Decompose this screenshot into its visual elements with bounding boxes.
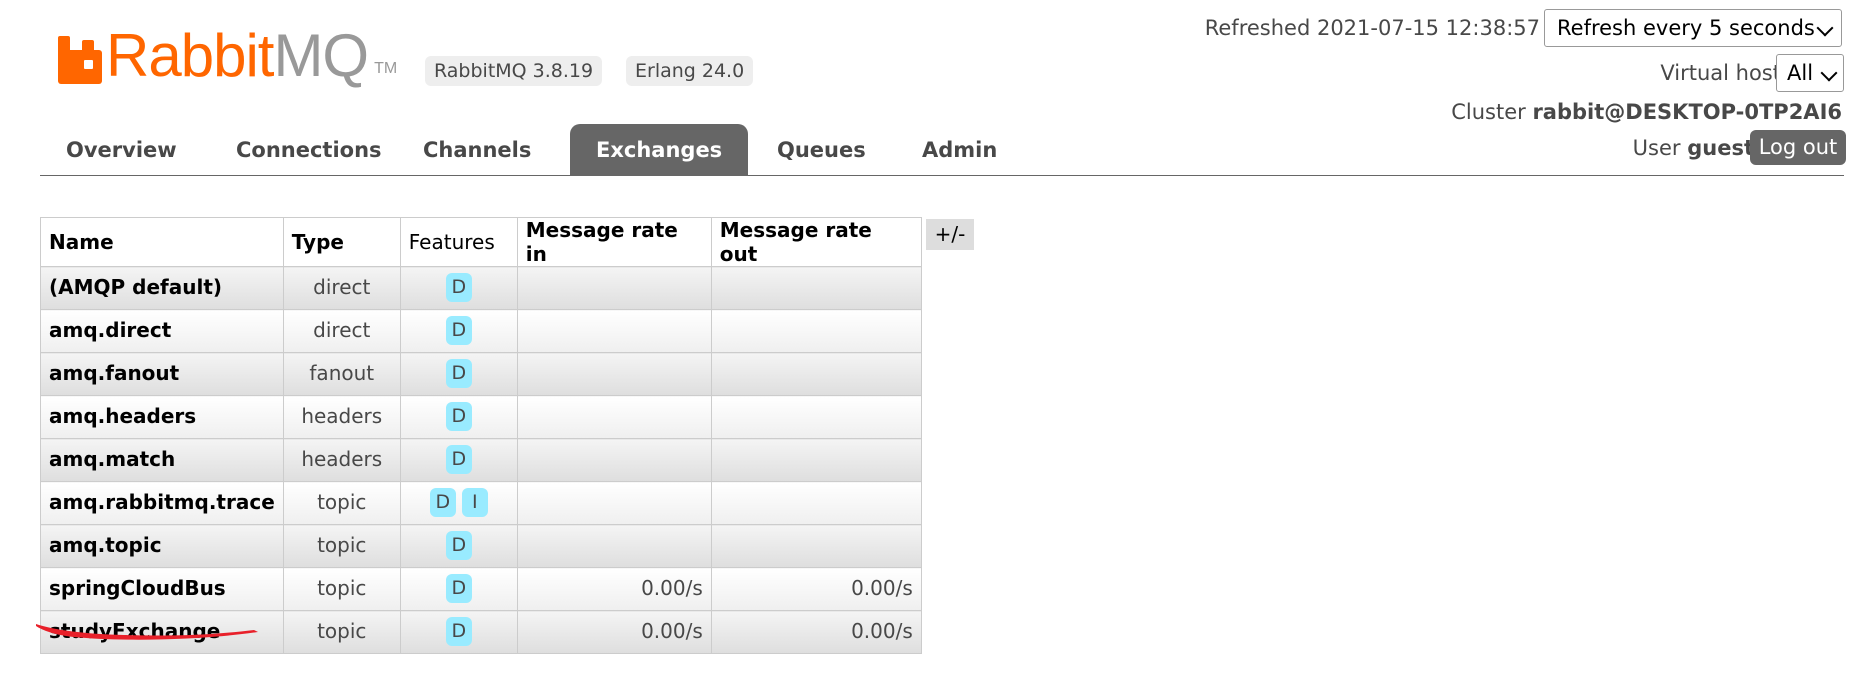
logo-text-mq: MQ <box>273 22 369 89</box>
table-row[interactable]: (AMQP default) direct D <box>40 266 922 310</box>
tab-queues[interactable]: Queues <box>751 124 892 176</box>
rabbitmq-version-badge: RabbitMQ 3.8.19 <box>425 56 603 86</box>
exchange-name-link[interactable]: amq.headers <box>40 395 284 439</box>
exchange-type: direct <box>282 266 401 310</box>
refreshed-timestamp: Refreshed 2021-07-15 12:38:57 <box>1204 16 1540 40</box>
virtual-host-value: All <box>1787 61 1814 85</box>
tab-channels[interactable]: Channels <box>397 124 557 176</box>
table-row[interactable]: amq.match headers D <box>40 438 922 482</box>
exchange-type: headers <box>282 395 401 439</box>
exchanges-table-container: Name Type Features Message rate in Messa… <box>40 217 922 654</box>
exchange-rate-out <box>710 524 922 568</box>
exchange-rate-in <box>516 524 712 568</box>
exchange-rate-in <box>516 438 712 482</box>
cluster-label: Cluster <box>1451 100 1526 124</box>
tab-exchanges[interactable]: Exchanges <box>570 124 749 176</box>
rabbit-logo-icon <box>58 36 102 84</box>
exchange-type: fanout <box>282 352 401 396</box>
exchange-type: topic <box>282 610 401 654</box>
column-header-features: Features <box>399 217 518 267</box>
column-header-type[interactable]: Type <box>282 217 401 267</box>
exchange-rate-in <box>516 395 712 439</box>
feature-durable-badge: D <box>445 617 472 646</box>
feature-durable-badge: D <box>445 273 472 302</box>
feature-durable-badge: D <box>445 359 472 388</box>
feature-durable-badge: D <box>445 316 472 345</box>
exchange-rate-out <box>710 266 922 310</box>
exchange-rate-in <box>516 266 712 310</box>
exchange-name-link[interactable]: amq.topic <box>40 524 284 568</box>
exchange-features: D <box>399 438 518 482</box>
exchange-type: direct <box>282 309 401 353</box>
exchange-name-link[interactable]: springCloudBus <box>40 567 284 611</box>
exchange-type: topic <box>282 567 401 611</box>
exchange-rate-in <box>516 481 712 525</box>
chevron-down-icon <box>1820 64 1838 82</box>
virtual-host-label: Virtual host <box>1660 61 1781 85</box>
exchanges-table: Name Type Features Message rate in Messa… <box>40 217 922 654</box>
exchange-features: D <box>399 567 518 611</box>
feature-internal-badge: I <box>461 488 488 517</box>
exchange-name-link[interactable]: amq.rabbitmq.trace <box>40 481 284 525</box>
table-row[interactable]: amq.fanout fanout D <box>40 352 922 396</box>
column-header-rate-in[interactable]: Message rate in <box>516 217 712 267</box>
logo-trademark: TM <box>374 60 398 77</box>
table-row[interactable]: springCloudBus topic D 0.00/s 0.00/s <box>40 567 922 611</box>
exchange-features: D <box>399 395 518 439</box>
exchange-rate-out <box>710 352 922 396</box>
exchange-type: topic <box>282 481 401 525</box>
exchange-features: D <box>399 524 518 568</box>
rabbitmq-logo: Rabbit MQ TM <box>58 22 398 89</box>
red-underline-annotation <box>36 624 258 640</box>
refresh-interval-select[interactable]: Refresh every 5 seconds <box>1544 9 1842 47</box>
exchange-name-link[interactable]: (AMQP default) <box>40 266 284 310</box>
exchange-type: headers <box>282 438 401 482</box>
table-row[interactable]: amq.rabbitmq.trace topic DI <box>40 481 922 525</box>
feature-durable-badge: D <box>445 402 472 431</box>
exchange-rate-in <box>516 309 712 353</box>
tab-overview[interactable]: Overview <box>40 124 203 176</box>
exchange-rate-out <box>710 438 922 482</box>
exchange-features: DI <box>399 481 518 525</box>
tab-connections[interactable]: Connections <box>210 124 408 176</box>
exchange-type: topic <box>282 524 401 568</box>
column-toggle-button[interactable]: +/- <box>926 219 974 250</box>
table-row[interactable]: amq.headers headers D <box>40 395 922 439</box>
refresh-interval-value: Refresh every 5 seconds <box>1557 16 1815 40</box>
exchange-name-link[interactable]: amq.match <box>40 438 284 482</box>
exchange-rate-out <box>710 395 922 439</box>
erlang-version-badge: Erlang 24.0 <box>626 56 754 86</box>
exchange-features: D <box>399 352 518 396</box>
exchange-rate-out <box>710 481 922 525</box>
exchange-rate-out <box>710 309 922 353</box>
exchange-rate-out: 0.00/s <box>710 567 922 611</box>
virtual-host-select[interactable]: All <box>1776 54 1844 92</box>
chevron-down-icon <box>1816 19 1834 37</box>
exchange-name-link[interactable]: amq.direct <box>40 309 284 353</box>
exchange-rate-in: 0.00/s <box>516 567 712 611</box>
feature-durable-badge: D <box>445 445 472 474</box>
column-header-rate-out[interactable]: Message rate out <box>710 217 922 267</box>
table-row[interactable]: amq.direct direct D <box>40 309 922 353</box>
column-header-name[interactable]: Name <box>40 217 284 267</box>
exchange-rate-in <box>516 352 712 396</box>
feature-durable-badge: D <box>429 488 456 517</box>
main-nav: Overview Connections Channels Exchanges … <box>40 124 1844 176</box>
tab-admin[interactable]: Admin <box>896 124 1023 176</box>
feature-durable-badge: D <box>445 574 472 603</box>
table-row[interactable]: amq.topic topic D <box>40 524 922 568</box>
cluster-info: Cluster rabbit@DESKTOP-0TP2AI6 <box>1451 98 1842 126</box>
exchange-rate-out: 0.00/s <box>710 610 922 654</box>
exchange-name-link[interactable]: amq.fanout <box>40 352 284 396</box>
feature-durable-badge: D <box>445 531 472 560</box>
exchange-rate-in: 0.00/s <box>516 610 712 654</box>
cluster-name: rabbit@DESKTOP-0TP2AI6 <box>1532 100 1842 124</box>
exchange-features: D <box>399 309 518 353</box>
exchange-features: D <box>399 266 518 310</box>
logo-text-rabbit: Rabbit <box>106 22 274 89</box>
exchange-features: D <box>399 610 518 654</box>
table-header-row: Name Type Features Message rate in Messa… <box>40 217 922 267</box>
